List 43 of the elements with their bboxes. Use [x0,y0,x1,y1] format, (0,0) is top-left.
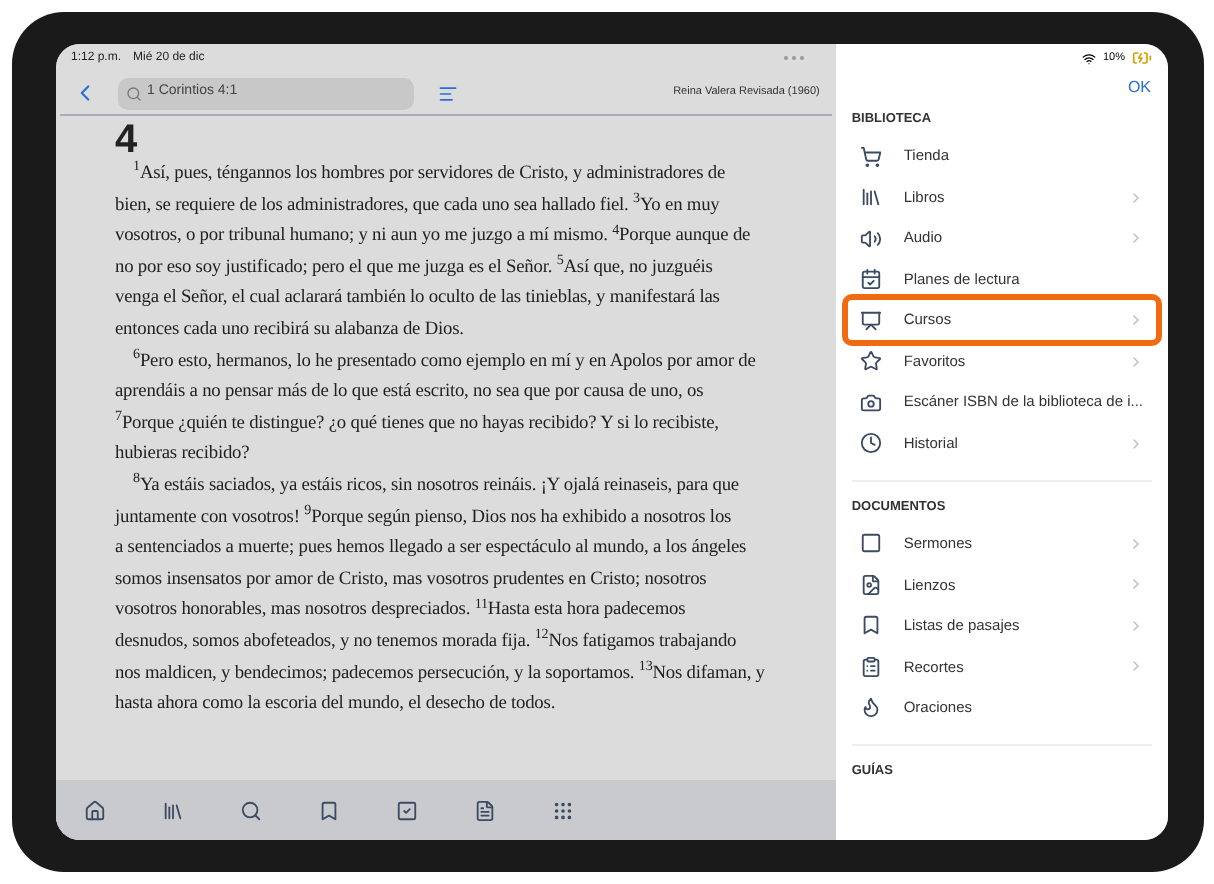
document-icon[interactable] [473,799,495,821]
verse-line: aprendáis a no pensar más de lo que está escrito, no sea que por causa de uno, os [115,380,706,407]
flame-icon [859,696,882,719]
library-icon[interactable] [161,799,183,821]
verse-line: juntamente con vosotros! $^{9}$Porque según pienso, Dios nos ha exhibido a nosotros los [115,503,734,532]
bookmark-icon [859,614,882,637]
verse-line: venga el Señor, el cual aclarará también lo oculto de las tinieblas, y manifestará las [115,286,722,313]
verse-line: a sentenciados a muerte; pues hemos llegado a ser espectáculo al mundo, a los ángeles [115,536,749,563]
verse-line: bien, se requiere de los administradores, que cada uno sea hallado fiel. $^{3}$Yo en muy [115,191,722,220]
clipping-icon [859,655,882,678]
speaker-icon [859,227,882,249]
calendar-icon [859,268,882,290]
verse-line: vosotros, o por tribunal humano; y ni aun yo me juzgo a mí mismo. $^{4}$Porque aunque de [115,222,753,251]
search-icon [125,85,141,101]
checklist-icon[interactable] [395,799,417,821]
verse-line: no por eso soy justificado; pero el que me juzga es el Señor. $^{5}$Así que, no juzguéis [115,253,715,282]
clock-icon [859,432,882,454]
star-icon [859,350,882,372]
easel-icon [859,309,882,331]
verse-line: nos maldicen, y bendecimos; padecemos persecución, y la soportamos. $^{13}$Nos difaman, y [115,659,767,687]
ok-button[interactable]: OK [1127,76,1151,100]
verse-line: entonces cada uno recibirá su alabanza de Dios. [115,317,466,344]
bookmark-icon[interactable] [317,799,339,821]
verse-line: $^{8}$Ya estáis saciados, ya estáis ricos, sin nosotros reináis. ¡Y ojalá reinaseis, para que [131,471,741,500]
cart-icon [859,145,882,167]
verse-line: vosotros honorables, mas nosotros despreciados. $^{11}$Hasta esta hora padecemos [115,596,688,625]
list-icon[interactable] [437,83,457,103]
chapter-number: 4 [115,120,138,160]
wifi-icon [1082,51,1097,65]
verse-line: desnudos, somos abofeteados, y no tenemos morada fija. $^{12}$Nos fatigamos trabajando [115,627,739,656]
library-icon [859,186,882,208]
grid-icon[interactable] [551,799,573,821]
battery-icon [1131,48,1151,68]
camera-icon [859,391,882,413]
verse-line: $^{6}$Pero esto, hermanos, lo he presentado como ejemplo en mí y en Apolos por amor de [131,347,758,376]
verse-line: $^{7}$Porque ¿quién te distingue? ¿o qué tienes que no hayas recibido? Y si lo recibiste, [115,409,721,438]
verse-line: hubieras recibido? [115,442,252,469]
verse-line: $^{1}$Así, pues, téngannos los hombres por servidores de Cristo, y administradores de [131,160,728,188]
verse-line: somos insensatos por amor de Cristo, mas vosotros prudentes en Cristo; nosotros [115,567,709,594]
search-icon[interactable] [239,799,261,821]
verse-line: hasta ahora como la escoria del mundo, el desecho de todos. [115,692,558,719]
canvas-icon [859,573,882,596]
home-icon[interactable] [83,799,105,821]
